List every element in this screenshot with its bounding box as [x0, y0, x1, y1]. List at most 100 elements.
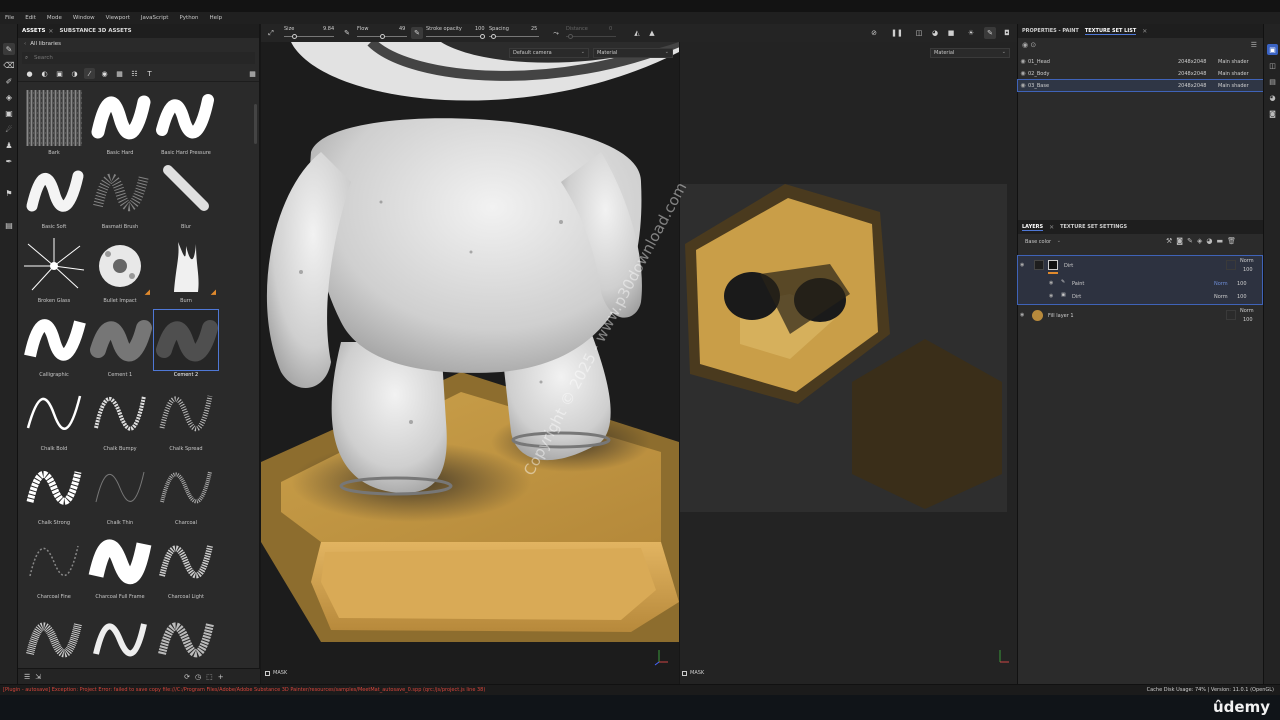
menu-window[interactable]: Window: [73, 15, 95, 21]
add-effect-icon[interactable]: ⚒: [1166, 237, 1176, 245]
spacing-slider[interactable]: [489, 34, 539, 39]
layer-opacity[interactable]: 100: [1243, 267, 1253, 273]
channel-select-2d[interactable]: Material: [930, 48, 1010, 58]
lighting-icon[interactable]: ☀: [965, 27, 977, 39]
shader-settings-icon[interactable]: ◙: [1267, 108, 1278, 119]
add-smart-icon[interactable]: ◕: [1206, 237, 1216, 245]
texture-set-row-selected[interactable]: ◉ 03_Base 2048x2048 Main shader: [1017, 79, 1265, 92]
symmetry-icon[interactable]: ⤢: [265, 27, 277, 39]
brush-tile[interactable]: Basic Hard Pressure: [154, 88, 218, 160]
tab-substance-3d-assets[interactable]: SUBSTANCE 3D ASSETS: [59, 28, 131, 34]
alignment-icon[interactable]: ◭: [631, 27, 643, 39]
layer-row[interactable]: ◉ ▣ Dirt Norm 100: [1018, 292, 1264, 303]
eye-icon[interactable]: ◉: [1020, 312, 1024, 318]
stroke-opacity-slider[interactable]: [426, 34, 485, 39]
stroke-opacity-knob[interactable]: [480, 34, 485, 39]
menu-javascript[interactable]: JavaScript: [141, 15, 169, 21]
layer-row[interactable]: ◉ Dirt Norm 100: [1018, 258, 1264, 278]
projection-icon[interactable]: ✐: [3, 75, 15, 87]
viewport-3d[interactable]: Default camera Material MASK: [261, 42, 679, 684]
layer-opacity[interactable]: 100: [1243, 317, 1253, 323]
brush-tile[interactable]: Basic Soft: [22, 162, 86, 234]
close-icon[interactable]: ✕: [1142, 28, 1147, 35]
brush-tile[interactable]: Blur: [154, 162, 218, 234]
camera-select[interactable]: Default camera: [509, 48, 589, 58]
delete-icon[interactable]: 🗑: [1227, 237, 1240, 245]
visibility-off-icon[interactable]: ⊘: [868, 27, 880, 39]
pen-pressure-icon[interactable]: ✎: [341, 27, 353, 39]
filter-materials-icon[interactable]: ●: [24, 68, 35, 79]
paint-brush-icon[interactable]: ✎: [3, 43, 15, 55]
layer-opacity[interactable]: 100: [1237, 294, 1247, 300]
distance-slider[interactable]: [566, 34, 616, 39]
grid-view-icon[interactable]: ▦: [247, 68, 258, 79]
menu-icon[interactable]: ☰: [1251, 41, 1257, 49]
layer-row[interactable]: ◉ Fill layer 1 Norm 100: [1018, 308, 1264, 328]
brush-tile[interactable]: Chalk Bumpy: [88, 384, 152, 456]
flow-slider-knob[interactable]: [380, 34, 385, 39]
distance-knob[interactable]: [568, 34, 573, 39]
export-icon[interactable]: ⬚: [206, 673, 213, 681]
pause-icon[interactable]: ❚❚: [891, 27, 903, 39]
filter-textures-icon[interactable]: ▣: [54, 68, 65, 79]
library-breadcrumb[interactable]: ‹ All libraries: [18, 38, 259, 50]
add-icon[interactable]: +: [218, 673, 224, 681]
text-tool-icon[interactable]: ⚑: [3, 187, 15, 199]
brush-tile[interactable]: Charcoal Light: [154, 532, 218, 604]
texture-set-icon[interactable]: ▣: [1267, 44, 1278, 55]
list-view-icon[interactable]: ☰: [24, 673, 30, 681]
spacing-knob[interactable]: [491, 34, 496, 39]
brush-tile[interactable]: Broken Glass: [22, 236, 86, 308]
tab-texture-set-list[interactable]: TEXTURE SET LIST: [1084, 28, 1137, 35]
layer-opacity[interactable]: 100: [1237, 281, 1247, 287]
close-icon[interactable]: ✕: [48, 28, 53, 35]
tab-assets[interactable]: ASSETS: [22, 28, 45, 34]
eraser-icon[interactable]: ⌫: [3, 59, 15, 71]
mask-toggle-2d[interactable]: MASK: [682, 670, 704, 676]
smudge-icon[interactable]: ☄: [3, 123, 15, 135]
brush-tile[interactable]: Chalk Strong: [22, 458, 86, 530]
render-mode-icon[interactable]: ◕: [929, 27, 941, 39]
tab-texture-set-settings[interactable]: TEXTURE SET SETTINGS: [1060, 224, 1127, 230]
size-slider[interactable]: [284, 34, 334, 39]
close-icon[interactable]: ✕: [1049, 224, 1054, 231]
brush-tile[interactable]: ◢ Bullet Impact: [88, 236, 152, 308]
add-folder-icon[interactable]: ▬: [1216, 237, 1227, 245]
eye-icon[interactable]: ◉: [1018, 70, 1028, 77]
add-paint-layer-icon[interactable]: ✎: [1187, 237, 1197, 245]
filter-text-icon[interactable]: T: [144, 68, 155, 79]
menu-viewport[interactable]: Viewport: [106, 15, 130, 21]
menu-mode[interactable]: Mode: [47, 15, 62, 21]
color-picker-icon[interactable]: ✒: [3, 155, 15, 167]
eye-icon[interactable]: ◉: [1020, 262, 1024, 268]
menu-help[interactable]: Help: [210, 15, 223, 21]
eye-icon[interactable]: ◉: [1049, 293, 1053, 299]
screenshot-icon[interactable]: ◘: [1001, 27, 1013, 39]
layer-blend-mode[interactable]: Norm: [1214, 281, 1228, 287]
filter-alphas-icon[interactable]: ▦: [114, 68, 125, 79]
eye-icon[interactable]: ◉: [1018, 82, 1028, 89]
eye-icon[interactable]: ◉: [1018, 58, 1028, 65]
layer-row[interactable]: ◉ ✎ Paint Norm 100: [1018, 279, 1264, 290]
brush-tile[interactable]: Charcoal Fine: [22, 532, 86, 604]
import-icon[interactable]: ⇲: [35, 673, 41, 681]
tab-properties-paint[interactable]: PROPERTIES - PAINT: [1022, 28, 1079, 34]
layer-blend-mode[interactable]: Norm: [1240, 258, 1254, 264]
menu-python[interactable]: Python: [179, 15, 198, 21]
texture-set-row[interactable]: ◉ 01_Head 2048x2048 Main shader: [1018, 56, 1264, 67]
assets-scrollbar[interactable]: [254, 104, 257, 144]
paint-mode-icon[interactable]: ✎: [984, 27, 996, 39]
filter-masks-icon[interactable]: ◑: [69, 68, 80, 79]
chevron-left-icon[interactable]: ‹: [24, 41, 26, 47]
menu-file[interactable]: File: [5, 15, 14, 21]
filter-particles-icon[interactable]: ◉: [99, 68, 110, 79]
channel-select-layers[interactable]: Base color: [1022, 237, 1064, 248]
pen-pressure-icon[interactable]: ✎: [411, 27, 423, 39]
brush-tile-selected[interactable]: Cement 2: [153, 309, 219, 382]
camera-icon[interactable]: ■: [945, 27, 957, 39]
brush-tile[interactable]: Chalk Bold: [22, 384, 86, 456]
brush-tile[interactable]: ◢ Burn: [154, 236, 218, 308]
polygon-fill-icon[interactable]: ▣: [3, 107, 15, 119]
eye-icon[interactable]: ◉: [1049, 280, 1053, 286]
menu-edit[interactable]: Edit: [25, 15, 36, 21]
